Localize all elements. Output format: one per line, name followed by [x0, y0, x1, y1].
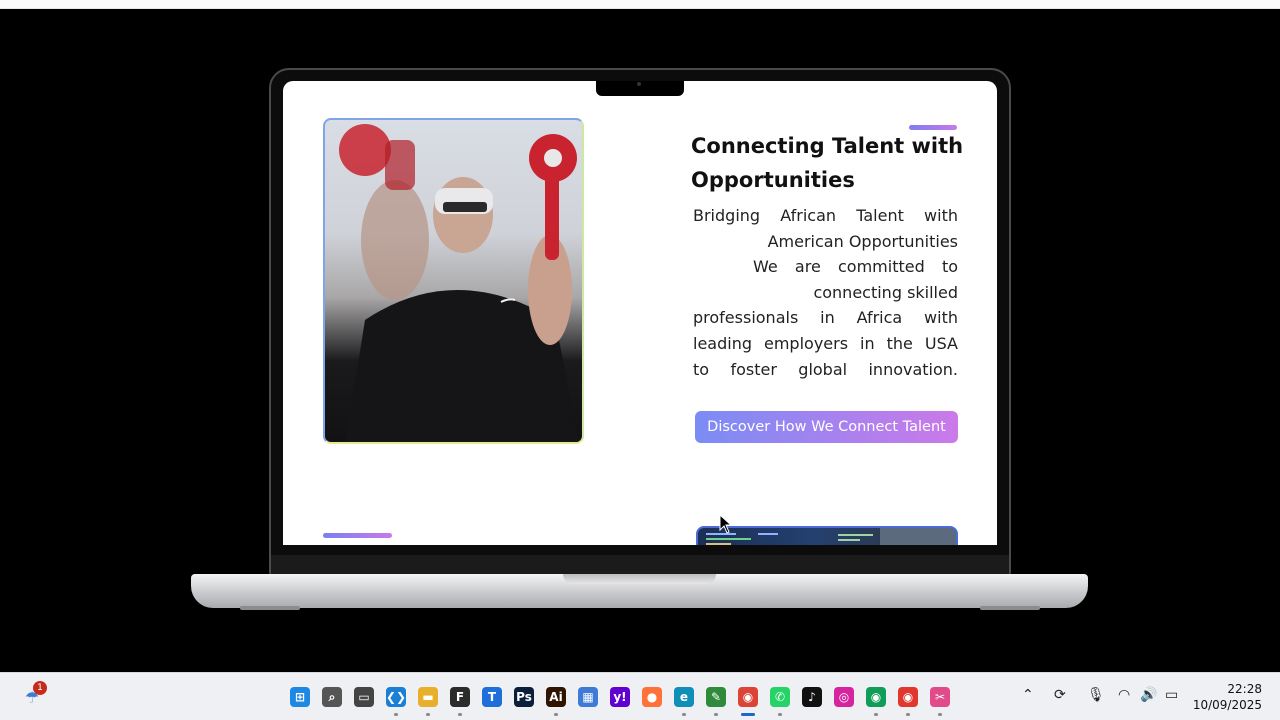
- chrome-icon[interactable]: ◉: [738, 687, 758, 707]
- file-explorer-icon[interactable]: ▬: [418, 687, 438, 707]
- running-app-indicator: [458, 713, 462, 716]
- clock-date: 10/09/2025: [1192, 698, 1262, 712]
- running-app-indicator: [778, 713, 782, 716]
- laptop-opening-notch: [563, 574, 716, 584]
- paragraph-line: leading employers in the USA: [693, 333, 958, 353]
- paragraph-line: connecting skilled: [813, 282, 958, 302]
- photoshop-icon[interactable]: Ps: [514, 687, 534, 707]
- code-screen-thumbnail: [696, 526, 958, 545]
- trello-icon[interactable]: T: [482, 687, 502, 707]
- snipping-tool-icon[interactable]: ✂: [930, 687, 950, 707]
- search-icon[interactable]: ⌕: [322, 687, 342, 707]
- laptop-screen: Connecting Talent with Opportunities Bri…: [283, 81, 997, 545]
- instagram-icon[interactable]: ◎: [834, 687, 854, 707]
- start-icon[interactable]: ⊞: [290, 687, 310, 707]
- paragraph-line: professionals in Africa with: [693, 308, 958, 328]
- microphone-icon[interactable]: 🎙: [1087, 687, 1105, 703]
- running-app-indicator: [394, 713, 398, 716]
- task-view-icon[interactable]: ▭: [354, 687, 374, 707]
- paragraph-line: American Opportunities: [767, 231, 958, 251]
- laptop-foot-left: [240, 606, 300, 610]
- mouse-cursor-icon: [719, 514, 733, 534]
- clock-time: 22:28: [1227, 682, 1262, 696]
- code-lines-illustration: [706, 528, 956, 545]
- running-app-indicator: [554, 713, 558, 716]
- section-paragraph: Bridging African Talent with American Op…: [693, 203, 958, 382]
- battery-icon[interactable]: ▭: [1165, 687, 1178, 703]
- illustrator-icon[interactable]: Ai: [546, 687, 566, 707]
- store-icon[interactable]: ▦: [578, 687, 598, 707]
- paragraph-line: to foster global innovation.: [693, 359, 958, 379]
- tiktok-icon[interactable]: ♪: [802, 687, 822, 707]
- vscode-icon[interactable]: ❮❯: [386, 687, 406, 707]
- wifi-icon[interactable]: ◠: [1118, 687, 1130, 703]
- next-section-accent-line: [323, 533, 392, 538]
- paragraph-line: Bridging African Talent with: [693, 206, 958, 225]
- discover-talent-button[interactable]: Discover How We Connect Talent: [695, 411, 958, 443]
- volume-icon[interactable]: 🔊: [1140, 687, 1157, 703]
- sticky-notes-icon[interactable]: ✎: [706, 687, 726, 707]
- screen-bottom-bezel: [271, 555, 1009, 574]
- running-app-indicator: [714, 713, 718, 716]
- chrome-profile-2-icon[interactable]: ◉: [898, 687, 918, 707]
- vr-person-illustration: [339, 124, 580, 442]
- whatsapp-icon[interactable]: ✆: [770, 687, 790, 707]
- figma-icon[interactable]: F: [450, 687, 470, 707]
- running-app-indicator: [682, 713, 686, 716]
- laptop-foot-right: [980, 606, 1040, 610]
- vr-headset-photo: [323, 118, 584, 444]
- running-app-indicator: [906, 713, 910, 716]
- sync-icon[interactable]: ⟳: [1054, 687, 1066, 703]
- active-app-indicator: [741, 713, 755, 716]
- show-hidden-icons-chevron-icon[interactable]: ⌃: [1022, 687, 1034, 703]
- running-app-indicator: [426, 713, 430, 716]
- section-heading: Connecting Talent with Opportunities: [691, 134, 964, 192]
- firefox-icon[interactable]: ●: [642, 687, 662, 707]
- yahoo-icon[interactable]: y!: [610, 687, 630, 707]
- paragraph-line: We are committed to: [753, 257, 958, 277]
- browser-top-strip: [0, 0, 1280, 9]
- running-app-indicator: [874, 713, 878, 716]
- edge-icon[interactable]: e: [674, 687, 694, 707]
- weather-notification-badge: 1: [33, 681, 47, 695]
- webcam-dot: [637, 82, 641, 86]
- chrome-profile-icon[interactable]: ◉: [866, 687, 886, 707]
- system-clock[interactable]: 22:28 10/09/2025: [1193, 681, 1262, 713]
- taskbar: ☂ 1 ⊞ ⌕ ▭ ❮❯ ▬ F T Ps Ai ▦ y! ● e ✎ ◉ ✆ ♪ ◎ ◉ ◉ ✂ ⌃ ⟳ 🎙 ◠ 🔊 …: [0, 672, 1280, 720]
- running-app-indicator: [938, 713, 942, 716]
